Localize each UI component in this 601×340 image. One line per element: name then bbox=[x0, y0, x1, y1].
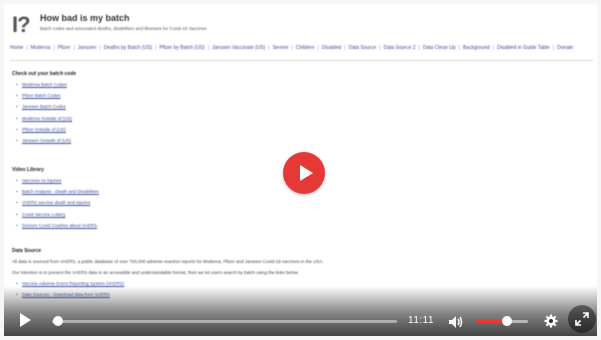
fullscreen-button[interactable] bbox=[568, 305, 596, 333]
nav-link[interactable]: Background | bbox=[463, 45, 494, 51]
list-link[interactable]: Janssen Batch Codes bbox=[16, 104, 532, 110]
list-link[interactable]: Vaccines vs Injuries bbox=[16, 178, 532, 184]
big-play-button[interactable] bbox=[283, 152, 325, 194]
volume-icon[interactable] bbox=[449, 315, 463, 328]
nav-separator: | bbox=[344, 45, 346, 51]
site-logo[interactable]: I? bbox=[12, 12, 31, 38]
nav-link-label: Children bbox=[295, 45, 315, 51]
nav-link-label: Disabled in Guide Table bbox=[496, 45, 550, 51]
nav-link[interactable]: Home | bbox=[10, 45, 28, 51]
data-source-paragraph: Our intention is to present the VAERS da… bbox=[12, 270, 299, 275]
nav-link-label: Pfizer bbox=[57, 45, 71, 51]
batch-codes-section: Check out your batch code Moderna Batch … bbox=[12, 71, 532, 149]
nav-link[interactable]: Pfizer by Batch (US) | bbox=[159, 45, 209, 51]
nav-link-label: Data Clean Up bbox=[422, 45, 456, 51]
nav-separator: | bbox=[379, 45, 381, 51]
list-link[interactable]: VAERS vaccine death and injuries bbox=[16, 200, 532, 206]
list-link[interactable]: Moderna Batch Codes bbox=[16, 82, 532, 88]
nav-separator: | bbox=[99, 45, 101, 51]
gear-icon[interactable] bbox=[544, 314, 558, 328]
list-link[interactable]: Covid Vaccine Lottery bbox=[16, 212, 532, 218]
nav-bar: Home | Moderna | Pfizer | Janssen | Deaths by Ba… bbox=[10, 45, 593, 51]
list-link[interactable]: Pfizer Outside of (US) bbox=[16, 127, 532, 133]
list-link[interactable]: Batch Analysis - Death and Disabilities bbox=[16, 189, 532, 195]
nav-link-label: Data Source 2 bbox=[383, 45, 416, 51]
control-bar bbox=[4, 286, 597, 336]
nav-link-label: Deaths by Batch (US) bbox=[103, 45, 153, 51]
nav-link[interactable]: Janssen | bbox=[78, 45, 101, 51]
nav-link[interactable]: Deaths by Batch (US) | bbox=[104, 45, 157, 51]
seek-bar[interactable] bbox=[52, 320, 397, 323]
nav-link[interactable]: Data Source | bbox=[348, 45, 380, 51]
nav-link-label: Janssen bbox=[77, 45, 97, 51]
nav-separator: | bbox=[73, 45, 75, 51]
nav-link[interactable]: Pfizer | bbox=[58, 45, 75, 51]
site-header: I? How bad is my batch Batch codes and a… bbox=[12, 10, 597, 40]
nav-separator: | bbox=[492, 45, 494, 51]
site-subtitle: Batch codes and associated deaths, disab… bbox=[40, 26, 207, 31]
batch-codes-list: Moderna Batch Codes Pfizer Batch Codes Jan… bbox=[12, 82, 532, 144]
nav-link-label: Moderna bbox=[30, 45, 51, 51]
nav-link[interactable]: Disabled in Guide Table | bbox=[497, 45, 554, 51]
site-title[interactable]: How bad is my batch bbox=[40, 13, 130, 23]
nav-link[interactable]: Severe | bbox=[273, 45, 293, 51]
nav-link-label: Home bbox=[10, 45, 24, 51]
nav-link-label: Severe bbox=[272, 45, 289, 51]
nav-separator: | bbox=[418, 45, 420, 51]
nav-separator: | bbox=[552, 45, 555, 51]
list-link[interactable]: Moderna Outside of (US) bbox=[16, 116, 532, 122]
nav-separator: | bbox=[317, 45, 319, 51]
nav-link[interactable]: Data Source 2 | bbox=[384, 45, 420, 51]
nav-separator: | bbox=[268, 45, 270, 51]
nav-link-label: Disabled bbox=[321, 45, 342, 51]
nav-link-label: Background bbox=[462, 45, 490, 51]
time-display: 11:11 bbox=[408, 315, 435, 326]
video-library-list: Vaccines vs Injuries Batch Analysis - Dea… bbox=[12, 178, 532, 229]
fullscreen-icon bbox=[575, 312, 589, 326]
list-link[interactable]: Pfizer Batch Codes bbox=[16, 93, 532, 99]
nav-separator: | bbox=[207, 45, 210, 51]
nav-separator: | bbox=[155, 45, 157, 51]
nav-separator: | bbox=[53, 45, 55, 51]
nav-separator: | bbox=[458, 45, 460, 51]
video-library-heading: Video Library bbox=[12, 167, 44, 173]
nav-link[interactable]: Disabled | bbox=[322, 45, 346, 51]
nav-link-label: Pfizer by Batch (US) bbox=[159, 45, 205, 51]
nav-link[interactable]: Children | bbox=[296, 45, 319, 51]
list-link[interactable]: Doctors Covid Crashes about VAERS bbox=[16, 223, 532, 229]
nav-link-label: Janssen Vaccinate (US) bbox=[212, 45, 266, 51]
nav-link-label: Donate bbox=[557, 45, 574, 51]
video-library-section: Video Library Vaccines vs Injuries Batch … bbox=[12, 167, 532, 234]
data-source-heading: Data Source bbox=[12, 248, 42, 254]
list-link[interactable]: Janssen Outside of (US) bbox=[16, 138, 532, 144]
play-icon[interactable] bbox=[20, 313, 31, 327]
nav-link[interactable]: Data Clean Up | bbox=[423, 45, 460, 51]
nav-separator: | bbox=[26, 45, 28, 51]
nav-link-label: Data Source bbox=[348, 45, 377, 51]
nav-link[interactable]: Janssen Vaccinate (US) | bbox=[212, 45, 270, 51]
batch-codes-heading: Check out your batch code bbox=[12, 71, 77, 77]
nav-divider bbox=[10, 60, 593, 61]
nav-link[interactable]: Donate bbox=[557, 45, 573, 51]
data-source-paragraph: All data is sourced from VAERS, a public… bbox=[12, 259, 324, 264]
nav-separator: | bbox=[291, 45, 293, 51]
nav-link[interactable]: Moderna | bbox=[31, 45, 55, 51]
